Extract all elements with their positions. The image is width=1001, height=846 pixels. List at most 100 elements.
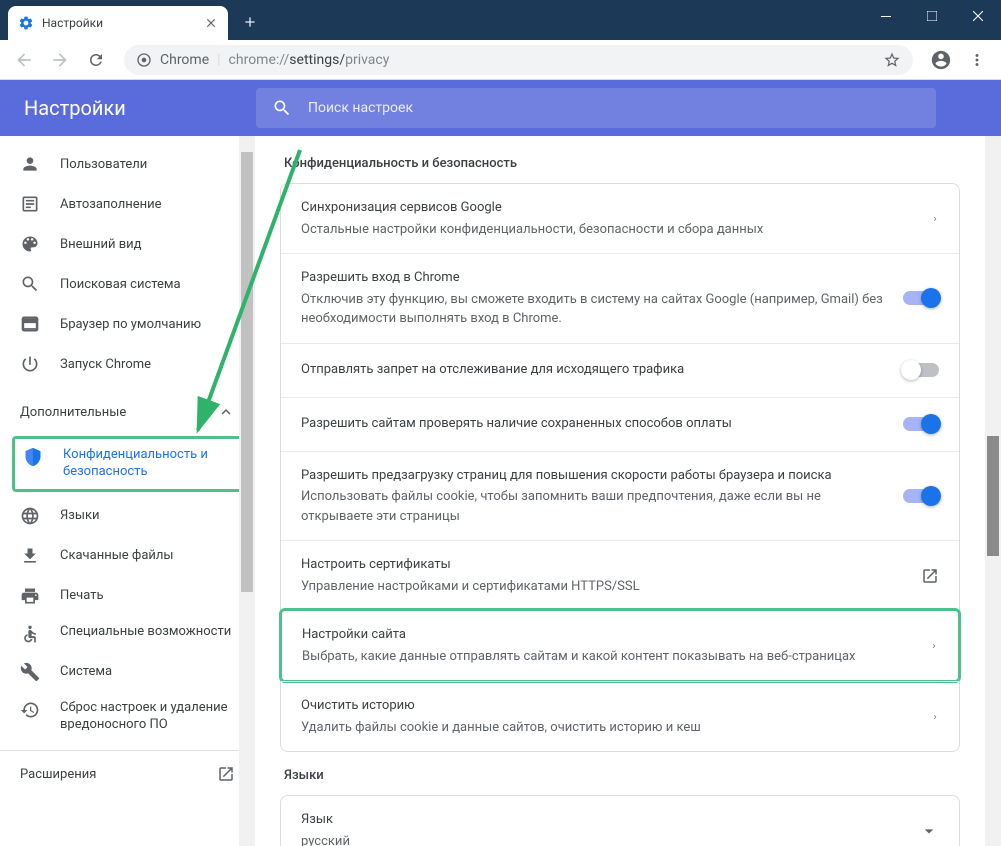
minimize-button[interactable] [863, 0, 909, 32]
accessibility-icon [20, 624, 40, 644]
sidebar-item-search[interactable]: Поисковая система [0, 264, 255, 304]
setting-row[interactable]: Настройки сайтаВыбрать, какие данные отп… [279, 608, 961, 683]
menu-button[interactable] [961, 44, 993, 76]
setting-title: Очистить историю [301, 696, 915, 716]
sidebar-item-power[interactable]: Запуск Chrome [0, 344, 255, 384]
sidebar-item-label: Конфиденциальность и безопасность [63, 447, 224, 481]
settings-header: Настройки [0, 80, 1001, 136]
sidebar-item-extensions[interactable]: Расширения [0, 750, 255, 798]
setting-row[interactable]: Разрешить вход в ChromeОтключив эту функ… [281, 253, 959, 343]
sidebar-item-label: Специальные возможности [60, 624, 231, 641]
content-scrollbar[interactable] [985, 136, 1001, 846]
setting-title: Настройки сайта [302, 625, 914, 645]
sidebar-item-print[interactable]: Печать [0, 576, 255, 616]
toggle-switch[interactable] [903, 489, 939, 503]
palette-icon [20, 234, 40, 254]
sidebar-item-browser[interactable]: Браузер по умолчанию [0, 304, 255, 344]
section-title-languages: Языки [284, 768, 977, 783]
back-button[interactable] [8, 44, 40, 76]
power-icon [20, 354, 40, 374]
gear-icon [18, 15, 34, 31]
setting-row[interactable]: Синхронизация сервисов GoogleОстальные н… [281, 184, 959, 253]
annotation-highlight-sidebar: Конфиденциальность и безопасность [12, 436, 247, 492]
setting-description: Удалить файлы cookie и данные сайтов, оч… [301, 718, 915, 738]
tab-title: Настройки [42, 16, 196, 30]
sidebar-item-label: Браузер по умолчанию [60, 317, 201, 332]
person-icon [20, 154, 40, 174]
sidebar-item-label: Внешний вид [60, 237, 142, 252]
search-icon [20, 274, 40, 294]
toggle-switch[interactable] [903, 417, 939, 431]
sidebar-section-advanced[interactable]: Дополнительные [0, 392, 255, 432]
sidebar-item-download[interactable]: Скачанные файлы [0, 536, 255, 576]
close-window-button[interactable] [955, 0, 1001, 32]
chevron-down-icon [919, 821, 939, 841]
shield-icon [23, 447, 43, 467]
sidebar-item-label: Пользователи [60, 157, 147, 172]
setting-row[interactable]: Настроить сертификатыУправление настройк… [281, 540, 959, 610]
sidebar-item-globe[interactable]: Языки [0, 496, 255, 536]
chevron-up-icon [217, 403, 235, 421]
launch-icon [217, 765, 235, 783]
privacy-card: Синхронизация сервисов GoogleОстальные н… [280, 183, 960, 752]
profile-button[interactable] [925, 44, 957, 76]
chrome-logo-icon [136, 52, 152, 68]
sidebar-item-label: Печать [60, 588, 104, 603]
setting-description: Остальные настройки конфиденциальности, … [301, 220, 915, 240]
sidebar-item-label: Скачанные файлы [60, 548, 174, 563]
languages-card: Язык русский [280, 795, 960, 846]
sidebar-item-accessibility[interactable]: Специальные возможности [0, 616, 255, 652]
sidebar-item-autofill[interactable]: Автозаполнение [0, 184, 255, 224]
chevron-right-icon [931, 710, 939, 724]
settings-sidebar: Пользователи Автозаполнение Внешний вид Пои… [0, 136, 255, 846]
chevron-right-icon [931, 212, 939, 226]
maximize-button[interactable] [909, 0, 955, 32]
sidebar-item-label: Языки [60, 508, 100, 523]
setting-title: Разрешить вход в Chrome [301, 268, 887, 288]
launch-icon [921, 567, 939, 585]
sidebar-item-person[interactable]: Пользователи [0, 144, 255, 184]
section-title-privacy: Конфиденциальность и безопасность [284, 156, 977, 171]
sidebar-item-wrench[interactable]: Система [0, 652, 255, 692]
toggle-switch[interactable] [903, 363, 939, 377]
forward-button[interactable] [44, 44, 76, 76]
setting-title: Отправлять запрет на отслеживание для ис… [301, 360, 887, 380]
download-icon [20, 546, 40, 566]
sidebar-item-palette[interactable]: Внешний вид [0, 224, 255, 264]
reload-button[interactable] [80, 44, 112, 76]
sidebar-item-label: Запуск Chrome [60, 357, 151, 372]
setting-description: Управление настройками и сертификатами H… [301, 577, 905, 597]
wrench-icon [20, 662, 40, 682]
setting-row[interactable]: Разрешить сайтам проверять наличие сохра… [281, 397, 959, 451]
setting-title: Разрешить сайтам проверять наличие сохра… [301, 414, 887, 434]
bookmark-icon[interactable] [883, 51, 901, 69]
settings-search[interactable] [256, 88, 936, 128]
window-titlebar: Настройки [0, 0, 1001, 40]
toggle-switch[interactable] [903, 291, 939, 305]
print-icon [20, 586, 40, 606]
globe-icon [20, 506, 40, 526]
address-bar[interactable]: Chrome | chrome://settings/privacy [124, 45, 913, 75]
setting-row[interactable]: Отправлять запрет на отслеживание для ис… [281, 343, 959, 397]
browser-tab[interactable]: Настройки [8, 6, 228, 40]
sidebar-item-label: Автозаполнение [60, 197, 162, 212]
browser-icon [20, 314, 40, 334]
setting-title: Настроить сертификаты [301, 555, 905, 575]
setting-row-language[interactable]: Язык русский [281, 796, 959, 846]
setting-title: Разрешить предзагрузку страниц для повыш… [301, 466, 887, 486]
sidebar-scrollbar[interactable] [239, 136, 255, 846]
autofill-icon [20, 194, 40, 214]
sidebar-item-restore[interactable]: Сброс настроек и удаление вредоносного П… [0, 692, 255, 742]
sidebar-item-label: Поисковая система [60, 277, 181, 292]
setting-description: Выбрать, какие данные отправлять сайтам … [302, 647, 914, 667]
close-icon[interactable] [204, 16, 218, 30]
new-tab-button[interactable] [236, 8, 264, 36]
setting-description: Отключив эту функцию, вы сможете входить… [301, 290, 887, 329]
search-input[interactable] [308, 100, 920, 116]
chevron-right-icon [930, 639, 938, 653]
restore-icon [20, 700, 40, 720]
setting-row[interactable]: Очистить историюУдалить файлы cookie и д… [281, 681, 959, 751]
page-title: Настройки [0, 96, 256, 120]
setting-row[interactable]: Разрешить предзагрузку страниц для повыш… [281, 451, 959, 541]
sidebar-item-shield[interactable]: Конфиденциальность и безопасность [15, 439, 244, 489]
